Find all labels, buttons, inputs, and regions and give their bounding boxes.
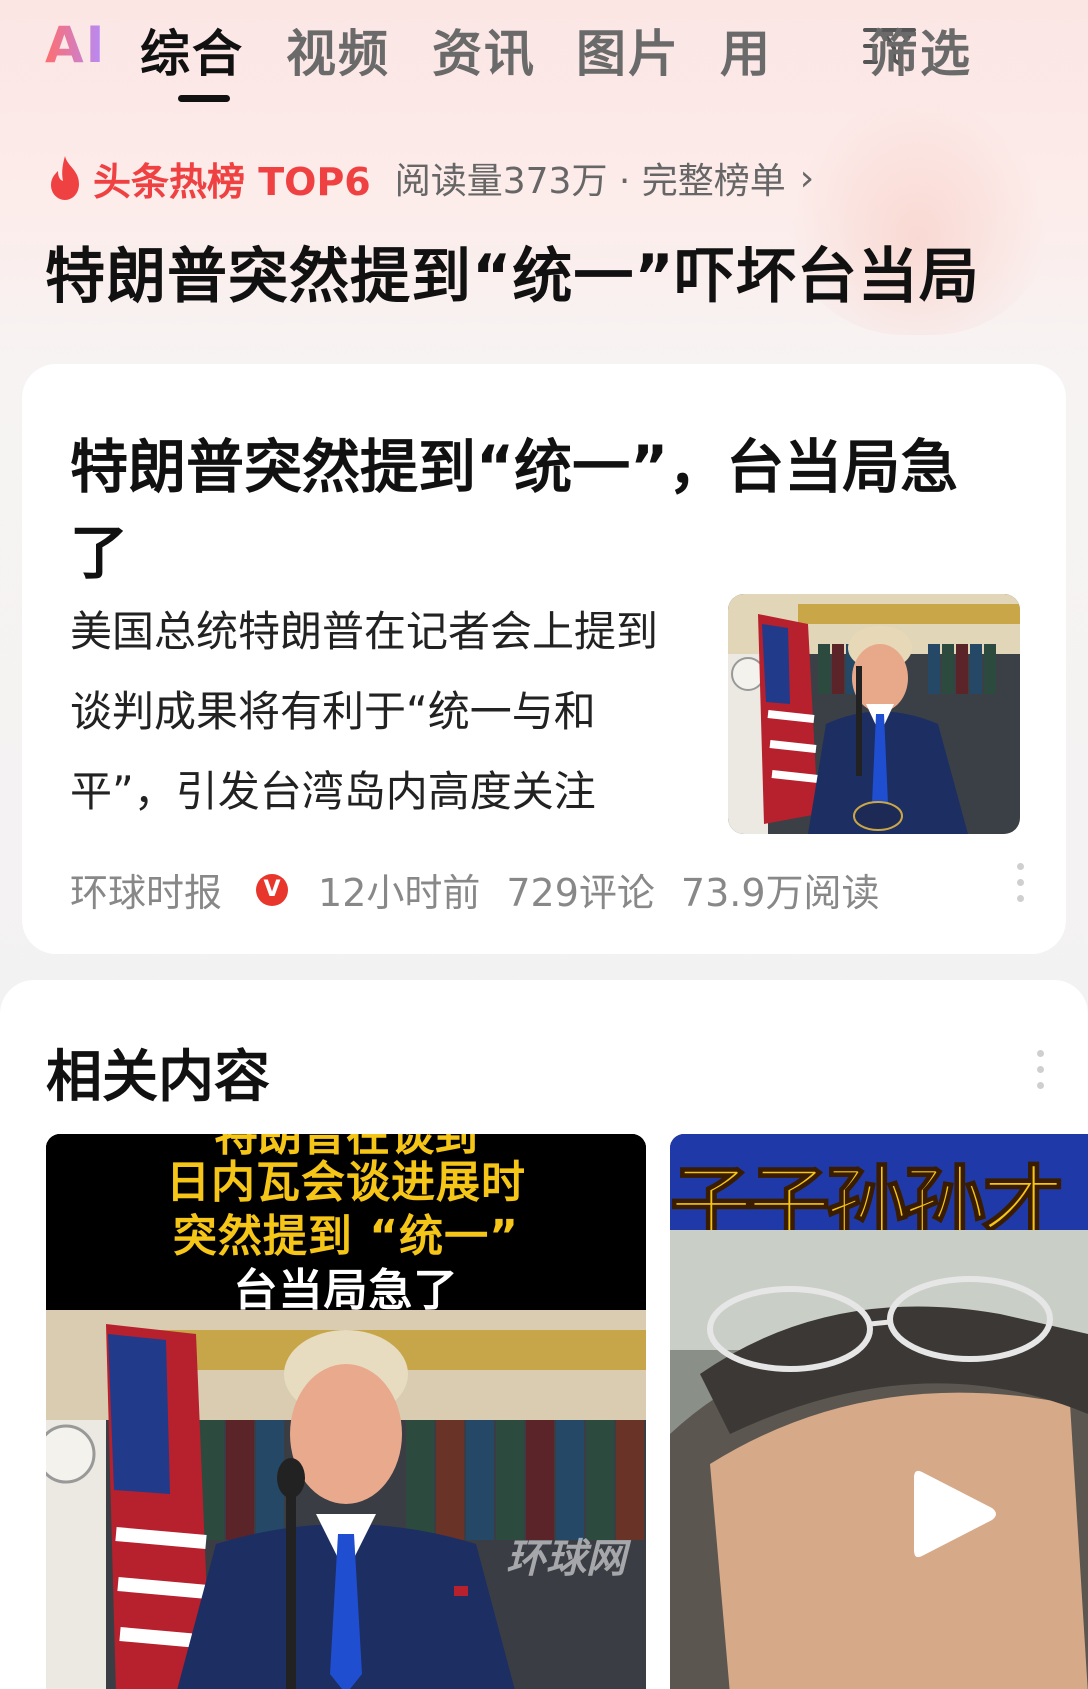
tab-apps[interactable]: 用: [720, 14, 772, 86]
article-summary: 美国总统特朗普在记者会上提到谈判成果将有利于“统一与和平”，引发台湾岛内高度关注: [70, 607, 659, 816]
hot-topic-headline[interactable]: 特朗普突然提到“统一”吓坏台当局: [45, 228, 980, 315]
article-meta: 环球时报 V 12小时前 729评论 73.9万阅读: [70, 862, 906, 917]
related-section: 相关内容 特朗普在谈到 日内瓦会谈进展时 突然提到 “统一” 台当局急了 环球网…: [0, 980, 1088, 1689]
hot-list-label: 头条热榜 TOP6: [93, 159, 371, 204]
caption-line-1: 日内瓦会谈进展时: [166, 1157, 526, 1208]
hot-list-meta[interactable]: 阅读量373万 · 完整榜单: [395, 152, 786, 204]
more-options-icon[interactable]: [1014, 863, 1026, 907]
article-card[interactable]: 特朗普突然提到“统一”，台当局急了 美国总统特朗普在记者会上提到谈判成果将有利于…: [22, 364, 1066, 954]
article-time: 12小时前: [318, 871, 481, 915]
hot-list-row[interactable]: 头条热榜 TOP6 阅读量373万 · 完整榜单 ›: [45, 150, 814, 206]
play-icon[interactable]: [908, 1464, 998, 1564]
tab-images[interactable]: 图片: [576, 14, 680, 86]
article-comments: 729评论: [506, 871, 655, 915]
related-video-left[interactable]: 特朗普在谈到 日内瓦会谈进展时 突然提到 “统一” 台当局急了 环球网: [46, 1134, 646, 1689]
verified-badge-icon: V: [256, 873, 289, 906]
search-tab-bar: AI 综合 视频 资讯 图片 用 筛选: [0, 0, 1088, 110]
video-left-caption: 特朗普在谈到 日内瓦会谈进展时 突然提到 “统一” 台当局急了: [46, 1134, 646, 1316]
article-thumbnail[interactable]: [728, 594, 1020, 834]
article-title[interactable]: 特朗普突然提到“统一”，台当局急了: [70, 424, 970, 596]
related-more-icon[interactable]: [1034, 1050, 1046, 1094]
caption-partial: 特朗普在谈到: [214, 1134, 478, 1161]
tab-video[interactable]: 视频: [286, 14, 390, 86]
filter-button[interactable]: 筛选: [868, 14, 972, 86]
tab-comprehensive[interactable]: 综合: [140, 14, 244, 86]
article-source[interactable]: 环球时报: [70, 862, 222, 917]
caption-line-2: 突然提到 “统一”: [172, 1211, 520, 1262]
chevron-right-icon: ›: [799, 157, 815, 199]
related-title: 相关内容: [46, 1045, 270, 1110]
related-video-right[interactable]: 子子孙孙才: [670, 1134, 1088, 1689]
caption-line-3: 台当局急了: [233, 1265, 459, 1316]
video-right-banner-text: 子子孙孙才: [670, 1157, 1065, 1230]
video-watermark: 环球网: [506, 1536, 626, 1582]
video-right-banner: 子子孙孙才: [670, 1134, 1088, 1230]
tab-ai[interactable]: AI: [45, 16, 106, 74]
tab-news[interactable]: 资讯: [432, 14, 536, 86]
article-reads: 73.9万阅读: [680, 871, 880, 915]
flame-icon: [51, 156, 79, 200]
active-tab-indicator: [178, 95, 230, 102]
